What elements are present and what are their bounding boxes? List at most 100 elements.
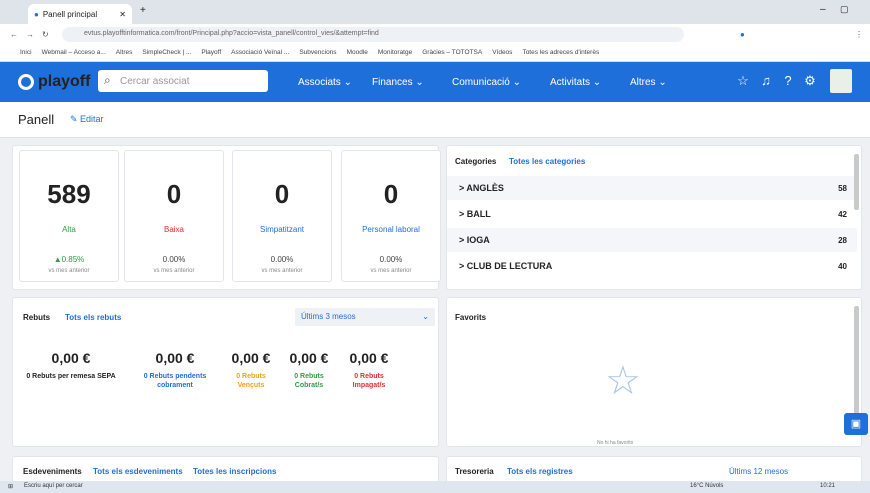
- nav-altres[interactable]: Altres ⌄: [630, 77, 667, 88]
- bookmark-item[interactable]: Playoff: [201, 49, 221, 56]
- bookmark-item[interactable]: Totes les adreces d'interès: [522, 49, 599, 56]
- rebut-label[interactable]: 0 Rebuts pendents cobrament: [125, 372, 225, 390]
- forward-icon[interactable]: →: [26, 30, 34, 39]
- category-row[interactable]: > CLUB DE LECTURA 40: [447, 254, 857, 278]
- scrollbar[interactable]: [854, 154, 859, 210]
- category-count: 28: [838, 235, 847, 245]
- category-name: > IOGA: [459, 235, 490, 245]
- browser-tab[interactable]: ● Panell principal ✕: [28, 4, 132, 24]
- rebut-label[interactable]: 0 Rebuts Cobrat/s: [281, 372, 337, 390]
- settings-icon[interactable]: ⚙: [802, 73, 818, 89]
- bookmark-item[interactable]: Monitoratge: [378, 49, 412, 56]
- favicon-icon: ●: [34, 9, 39, 19]
- avatar[interactable]: [830, 69, 852, 93]
- all-categories-link[interactable]: Totes les categories: [509, 157, 585, 166]
- back-icon[interactable]: ←: [10, 30, 18, 39]
- rebut-amount: 0,00 €: [349, 350, 389, 366]
- star-icon[interactable]: ☆: [735, 73, 751, 89]
- category-row[interactable]: > IOGA 28: [447, 228, 857, 252]
- rebuts-title: Rebuts: [23, 313, 51, 322]
- category-name: > CLUB DE LECTURA: [459, 261, 553, 271]
- stat-compare: vs mes anterior: [370, 268, 412, 274]
- address-bar[interactable]: evtus.playofftinformatica.com/front/Prin…: [62, 27, 684, 42]
- stat-percent: 0.00%: [270, 255, 294, 264]
- category-name: > ANGLÈS: [459, 183, 504, 193]
- category-row[interactable]: > BALL 42: [447, 202, 857, 226]
- weather-text: 16°C Núvols: [690, 483, 724, 489]
- bookmark-item[interactable]: Gràcies – TOTOTSA: [422, 49, 482, 56]
- search-icon: ⌕: [104, 73, 111, 87]
- maximize-icon[interactable]: ▢: [840, 4, 849, 15]
- stat-card[interactable]: 0 Personal laboral 0.00% vs mes anterior: [341, 150, 441, 282]
- all-registrations-link[interactable]: Totes les inscripcions: [193, 467, 276, 476]
- edit-link[interactable]: ✎ Editar: [70, 114, 104, 125]
- chat-button[interactable]: ▣: [844, 413, 868, 435]
- period-select[interactable]: Últims 3 mesos ⌄: [295, 308, 435, 326]
- bookmark-item[interactable]: Subvencions: [299, 49, 336, 56]
- profile-icon[interactable]: ●: [740, 30, 745, 39]
- rebut-label[interactable]: 0 Rebuts per remesa SEPA: [21, 372, 121, 381]
- minimize-icon[interactable]: –: [820, 4, 826, 15]
- rebut-amount: 0,00 €: [289, 350, 329, 366]
- tresoreria-period-select[interactable]: Últims 12 mesos: [729, 467, 788, 476]
- page-subheader: Panell ✎ Editar: [0, 102, 870, 138]
- member-search-input[interactable]: Cercar associat: [98, 70, 268, 92]
- nav-associats[interactable]: Associats ⌄: [298, 77, 352, 88]
- nav-comunicacio[interactable]: Comunicació ⌄: [452, 77, 521, 88]
- categories-title: Categories: [455, 157, 497, 166]
- rebut-label[interactable]: 0 Rebuts Impagat/s: [339, 372, 399, 390]
- stat-value: 0: [166, 179, 182, 209]
- stat-card[interactable]: 0 Simpatitzant 0.00% vs mes anterior: [232, 150, 332, 282]
- stat-value: 589: [47, 179, 91, 209]
- esdeveniments-title: Esdeveniments: [23, 467, 82, 476]
- bookmark-item[interactable]: Inici: [20, 49, 32, 56]
- favorits-panel: Favorits ☆ No hi ha favorits: [446, 297, 862, 447]
- bookmark-item[interactable]: Webmail – Acceso a...: [42, 49, 106, 56]
- app-logo[interactable]: playoff: [18, 73, 90, 91]
- tab-title: Panell principal: [42, 9, 98, 19]
- logo-icon: [18, 74, 34, 90]
- reload-icon[interactable]: ↻: [42, 30, 49, 39]
- stat-percent: 0.00%: [379, 255, 403, 264]
- rebut-amount: 0,00 €: [231, 350, 271, 366]
- bookmark-item[interactable]: Moodle: [347, 49, 368, 56]
- clock: 10:21: [820, 483, 836, 489]
- tresoreria-title: Tresoreria: [455, 467, 494, 476]
- category-row[interactable]: > ANGLÈS 58: [447, 176, 857, 200]
- bookmark-item[interactable]: Altres: [116, 49, 133, 56]
- rebut-label[interactable]: 0 Rebuts Vençuts: [223, 372, 279, 390]
- all-records-link[interactable]: Tots els registres: [507, 467, 573, 476]
- menu-icon[interactable]: ⋮: [855, 30, 863, 39]
- stat-label: Alta: [62, 225, 76, 234]
- category-count: 42: [838, 209, 847, 219]
- start-icon[interactable]: ⊞: [8, 483, 13, 490]
- bookmark-item[interactable]: Associació Veïnal ...: [231, 49, 289, 56]
- bookmark-item[interactable]: Vídeos: [492, 49, 512, 56]
- favorits-empty-text: No hi ha favorits: [597, 440, 634, 446]
- chevron-down-icon: ⌄: [422, 312, 429, 321]
- bookmarks-bar: Inici Webmail – Acceso a... Altres SimpleCh…: [0, 44, 870, 62]
- all-rebuts-link[interactable]: Tots els rebuts: [65, 313, 121, 322]
- rebut-amount: 0,00 €: [155, 350, 195, 366]
- stat-card[interactable]: 589 Alta ▲0.85% vs mes anterior: [19, 150, 119, 282]
- stat-percent: 0.00%: [162, 255, 186, 264]
- taskbar-search[interactable]: Escriu aquí per cercar: [24, 483, 83, 489]
- stat-compare: vs mes anterior: [261, 268, 303, 274]
- stat-value: 0: [383, 179, 399, 209]
- help-icon[interactable]: ?: [780, 73, 796, 89]
- category-name: > BALL: [459, 209, 491, 219]
- stat-card[interactable]: 0 Baixa 0.00% vs mes anterior: [124, 150, 224, 282]
- categories-panel: Categories Totes les categories > ANGLÈS…: [446, 145, 862, 290]
- nav-activitats[interactable]: Activitats ⌄: [550, 77, 601, 88]
- page-title: Panell: [18, 112, 55, 127]
- bell-icon[interactable]: ♫: [758, 73, 774, 89]
- nav-finances[interactable]: Finances ⌄: [372, 77, 424, 88]
- bookmark-item[interactable]: SimpleCheck | ...: [142, 49, 191, 56]
- browser-tab-strip: ● Panell principal ✕ + – ▢: [0, 0, 870, 24]
- stat-percent: ▲0.85%: [53, 255, 85, 264]
- rebut-amount: 0,00 €: [51, 350, 91, 366]
- tab-close-icon[interactable]: ✕: [119, 10, 126, 19]
- new-tab-icon[interactable]: +: [140, 5, 146, 16]
- all-events-link[interactable]: Tots els esdeveniments: [93, 467, 183, 476]
- category-count: 40: [838, 261, 847, 271]
